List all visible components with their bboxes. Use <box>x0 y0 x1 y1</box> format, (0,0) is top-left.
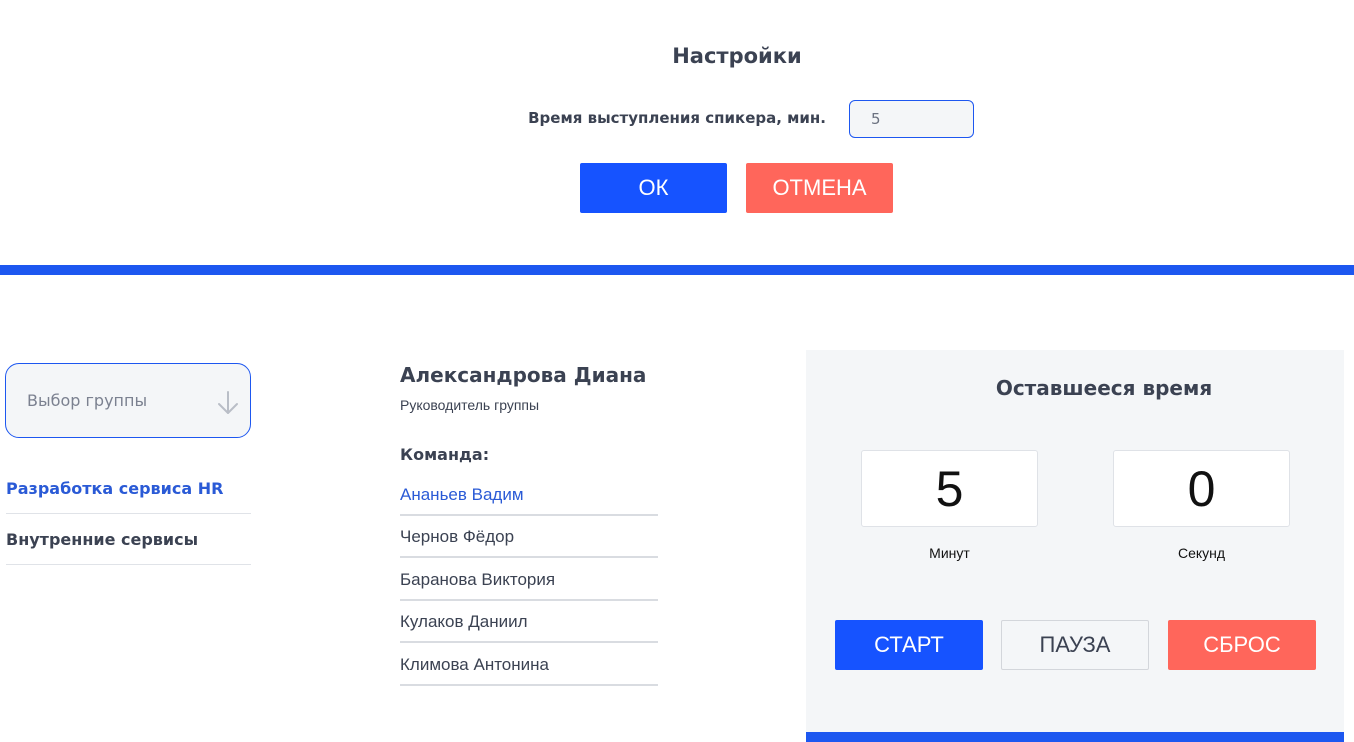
team-member[interactable]: Ананьев Вадим <box>400 474 658 516</box>
timer-bottom-bar <box>806 732 1344 742</box>
timer-title: Оставшееся время <box>995 376 1213 400</box>
cancel-button[interactable]: ОТМЕНА <box>746 163 893 213</box>
arrow-down-icon <box>218 391 238 414</box>
team-member[interactable]: Климова Антонина <box>400 644 658 686</box>
group-select[interactable]: Выбор группы <box>5 363 251 438</box>
group-item-hr[interactable]: Разработка сервиса HR <box>6 463 251 514</box>
leader-role: Руководитель группы <box>400 397 540 413</box>
ok-button[interactable]: ОК <box>580 163 727 213</box>
timer-panel: Оставшееся время 5 0 Минут Секунд СТАРТ … <box>806 350 1344 742</box>
team-member[interactable]: Баранова Виктория <box>400 559 658 601</box>
pause-button[interactable]: ПАУЗА <box>1001 620 1149 670</box>
start-button[interactable]: СТАРТ <box>835 620 983 670</box>
leader-name: Александрова Диана <box>400 363 647 387</box>
seconds-caption: Секунд <box>1177 545 1226 561</box>
minutes-display: 5 <box>861 450 1038 527</box>
group-select-placeholder: Выбор группы <box>27 391 148 410</box>
seconds-display: 0 <box>1113 450 1290 527</box>
speaker-time-label: Время выступления спикера, мин. <box>528 109 826 127</box>
team-member[interactable]: Кулаков Даниил <box>400 601 658 643</box>
group-item-internal[interactable]: Внутренние сервисы <box>6 514 251 565</box>
section-divider <box>0 265 1354 275</box>
team-label: Команда: <box>400 445 490 464</box>
settings-title: Настройки <box>672 44 802 68</box>
team-member[interactable]: Чернов Фёдор <box>400 516 658 558</box>
minutes-caption: Минут <box>929 545 970 561</box>
speaker-time-input[interactable] <box>849 100 974 138</box>
reset-button[interactable]: СБРОС <box>1168 620 1316 670</box>
